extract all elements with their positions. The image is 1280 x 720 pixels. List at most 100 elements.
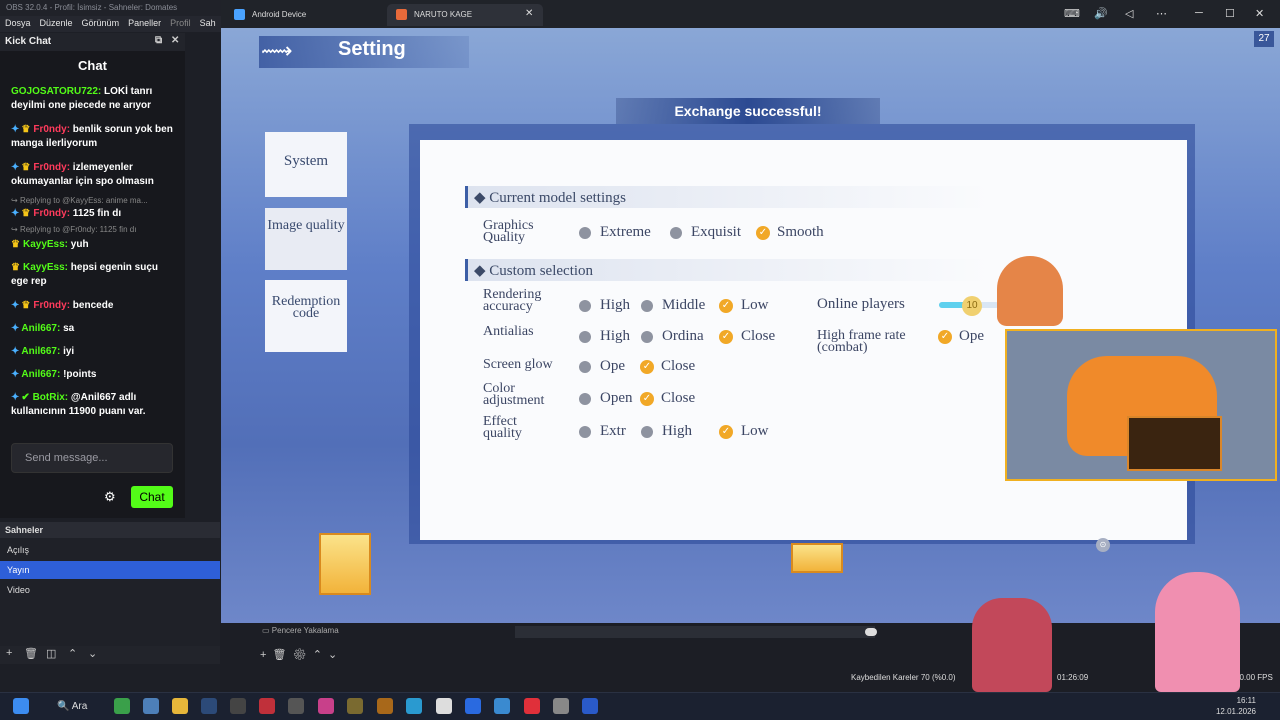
radio-open[interactable]	[579, 361, 591, 373]
app-icon[interactable]	[406, 698, 422, 714]
badge-icon: ✦	[11, 392, 20, 403]
menu-dosya[interactable]: Dosya	[5, 18, 31, 32]
radio-middle[interactable]	[641, 300, 653, 312]
option-high[interactable]: High	[662, 423, 692, 440]
lantern-decoration	[791, 543, 843, 573]
app-icon[interactable]	[524, 698, 540, 714]
tab-image-quality[interactable]: Image quality	[265, 208, 347, 270]
radio-extreme[interactable]	[579, 426, 591, 438]
tab-naruto-kage[interactable]: NARUTO KAGE ✕	[387, 4, 543, 26]
option-close[interactable]: Close	[661, 358, 695, 375]
folder-icon[interactable]	[172, 698, 188, 714]
down-icon[interactable]: ⌄	[88, 647, 97, 660]
zoom-icon[interactable]: ⊙	[1096, 538, 1110, 552]
check-icon[interactable]: ✓	[756, 226, 770, 240]
option-ordina[interactable]: Ordina	[662, 328, 704, 345]
taskbar-search[interactable]: 🔍 Ara	[57, 701, 87, 712]
radio-exquisit[interactable]	[670, 227, 682, 239]
check-icon[interactable]: ✓	[640, 392, 654, 406]
android-device-icon[interactable]	[582, 698, 598, 714]
menu-gorunum[interactable]: Görünüm	[82, 18, 120, 32]
option-extr[interactable]: Extr	[600, 423, 626, 440]
menu-profil[interactable]: Profil	[170, 18, 191, 32]
option-open[interactable]: Ope	[959, 328, 984, 345]
up-icon[interactable]: ⌃	[68, 647, 77, 660]
app-icon[interactable]	[259, 698, 275, 714]
settings-icon[interactable]	[553, 698, 569, 714]
menu-duzenle[interactable]: Düzenle	[40, 18, 73, 32]
check-icon[interactable]: ✓	[719, 299, 733, 313]
filter-icon[interactable]: ◫	[46, 647, 56, 660]
tab-redemption-code[interactable]: Redemption code	[265, 280, 347, 352]
android-device-window: Android Device NARUTO KAGE ✕ ⌨ 🔊 ◁ ⋯ ─ ☐…	[221, 0, 1280, 623]
app-icon[interactable]	[494, 698, 510, 714]
menu-paneller[interactable]: Paneller	[128, 18, 161, 32]
check-icon[interactable]: ✓	[719, 330, 733, 344]
slider-knob[interactable]: 10	[962, 296, 982, 316]
instagram-icon[interactable]	[318, 698, 334, 714]
app-icon[interactable]	[465, 698, 481, 714]
option-high[interactable]: High	[600, 297, 630, 314]
float-icon[interactable]: ⧉	[155, 35, 162, 46]
obs-icon[interactable]	[288, 698, 304, 714]
lost-frames: Kaybedilen Kareler 70 (%0.0)	[851, 673, 956, 682]
chat-send-button[interactable]: Chat	[131, 486, 173, 508]
setting-logo-icon[interactable]: ⟿	[261, 38, 293, 64]
minimize-icon[interactable]: ─	[1195, 7, 1203, 19]
trash-icon[interactable]: 🗑	[24, 647, 38, 660]
check-icon[interactable]: ✓	[938, 330, 952, 344]
close-window-icon[interactable]: ✕	[1255, 7, 1264, 20]
audio-mixer-slider[interactable]	[515, 626, 875, 638]
option-close[interactable]: Close	[661, 390, 695, 407]
scene-item[interactable]: Açılış	[0, 541, 220, 559]
radio-open[interactable]	[579, 393, 591, 405]
start-icon[interactable]	[13, 698, 29, 714]
check-icon[interactable]: ✓	[719, 425, 733, 439]
app-icon[interactable]	[230, 698, 246, 714]
option-low[interactable]: Low	[741, 297, 769, 314]
menu-sahne[interactable]: Sah	[200, 18, 216, 32]
window-capture-source[interactable]: ▭ Pencere Yakalama	[262, 626, 339, 635]
steam-icon[interactable]	[201, 698, 217, 714]
app-icon[interactable]	[347, 698, 363, 714]
clock-date: 12.01.2026	[1215, 707, 1256, 716]
screenshot-icon[interactable]: ⌨	[1064, 7, 1080, 20]
gear-icon[interactable]: ⚙	[104, 489, 116, 505]
option-exquisit[interactable]: Exquisit	[691, 224, 741, 241]
maximize-icon[interactable]: ☐	[1225, 7, 1235, 20]
radio-ordina[interactable]	[641, 331, 653, 343]
option-close[interactable]: Close	[741, 328, 775, 345]
radio-high[interactable]	[579, 331, 591, 343]
volume-knob[interactable]	[865, 628, 877, 636]
option-extreme[interactable]: Extreme	[600, 224, 651, 241]
app-icon[interactable]	[143, 698, 159, 714]
more-icon[interactable]: ⋯	[1156, 7, 1167, 20]
vtuber-avatar-right	[1155, 572, 1240, 692]
send-message-input[interactable]: Send message...	[11, 443, 173, 473]
option-middle[interactable]: Middle	[662, 297, 705, 314]
check-icon[interactable]: ✓	[640, 360, 654, 374]
radio-extreme[interactable]	[579, 227, 591, 239]
radio-high[interactable]	[641, 426, 653, 438]
volume-icon[interactable]: 🔊	[1094, 7, 1108, 20]
app-icon[interactable]	[114, 698, 130, 714]
option-smooth[interactable]: Smooth	[777, 224, 824, 241]
chat-message: ♛ KayyEss: yuh	[11, 239, 89, 250]
tab-android-device[interactable]: Android Device	[225, 4, 385, 26]
close-icon[interactable]: ✕	[171, 35, 179, 46]
taskbar-clock[interactable]: 16:11 12.01.2026	[1216, 695, 1256, 717]
option-open[interactable]: Ope	[600, 358, 625, 375]
option-open[interactable]: Open	[600, 390, 633, 407]
close-tab-icon[interactable]: ✕	[525, 8, 533, 19]
back-icon[interactable]: ◁	[1125, 7, 1133, 20]
tab-system[interactable]: System	[265, 132, 347, 197]
option-high[interactable]: High	[600, 328, 630, 345]
option-low[interactable]: Low	[741, 423, 769, 440]
chat-message: ✦ ✔ BotRix: @Anil667 adlı kullanıcının 11…	[11, 392, 146, 417]
file-icon[interactable]	[436, 698, 452, 714]
app-icon[interactable]	[377, 698, 393, 714]
scene-item[interactable]: Yayın	[0, 561, 220, 579]
radio-high[interactable]	[579, 300, 591, 312]
add-icon[interactable]: +	[6, 647, 12, 659]
scene-item[interactable]: Video	[0, 581, 220, 599]
